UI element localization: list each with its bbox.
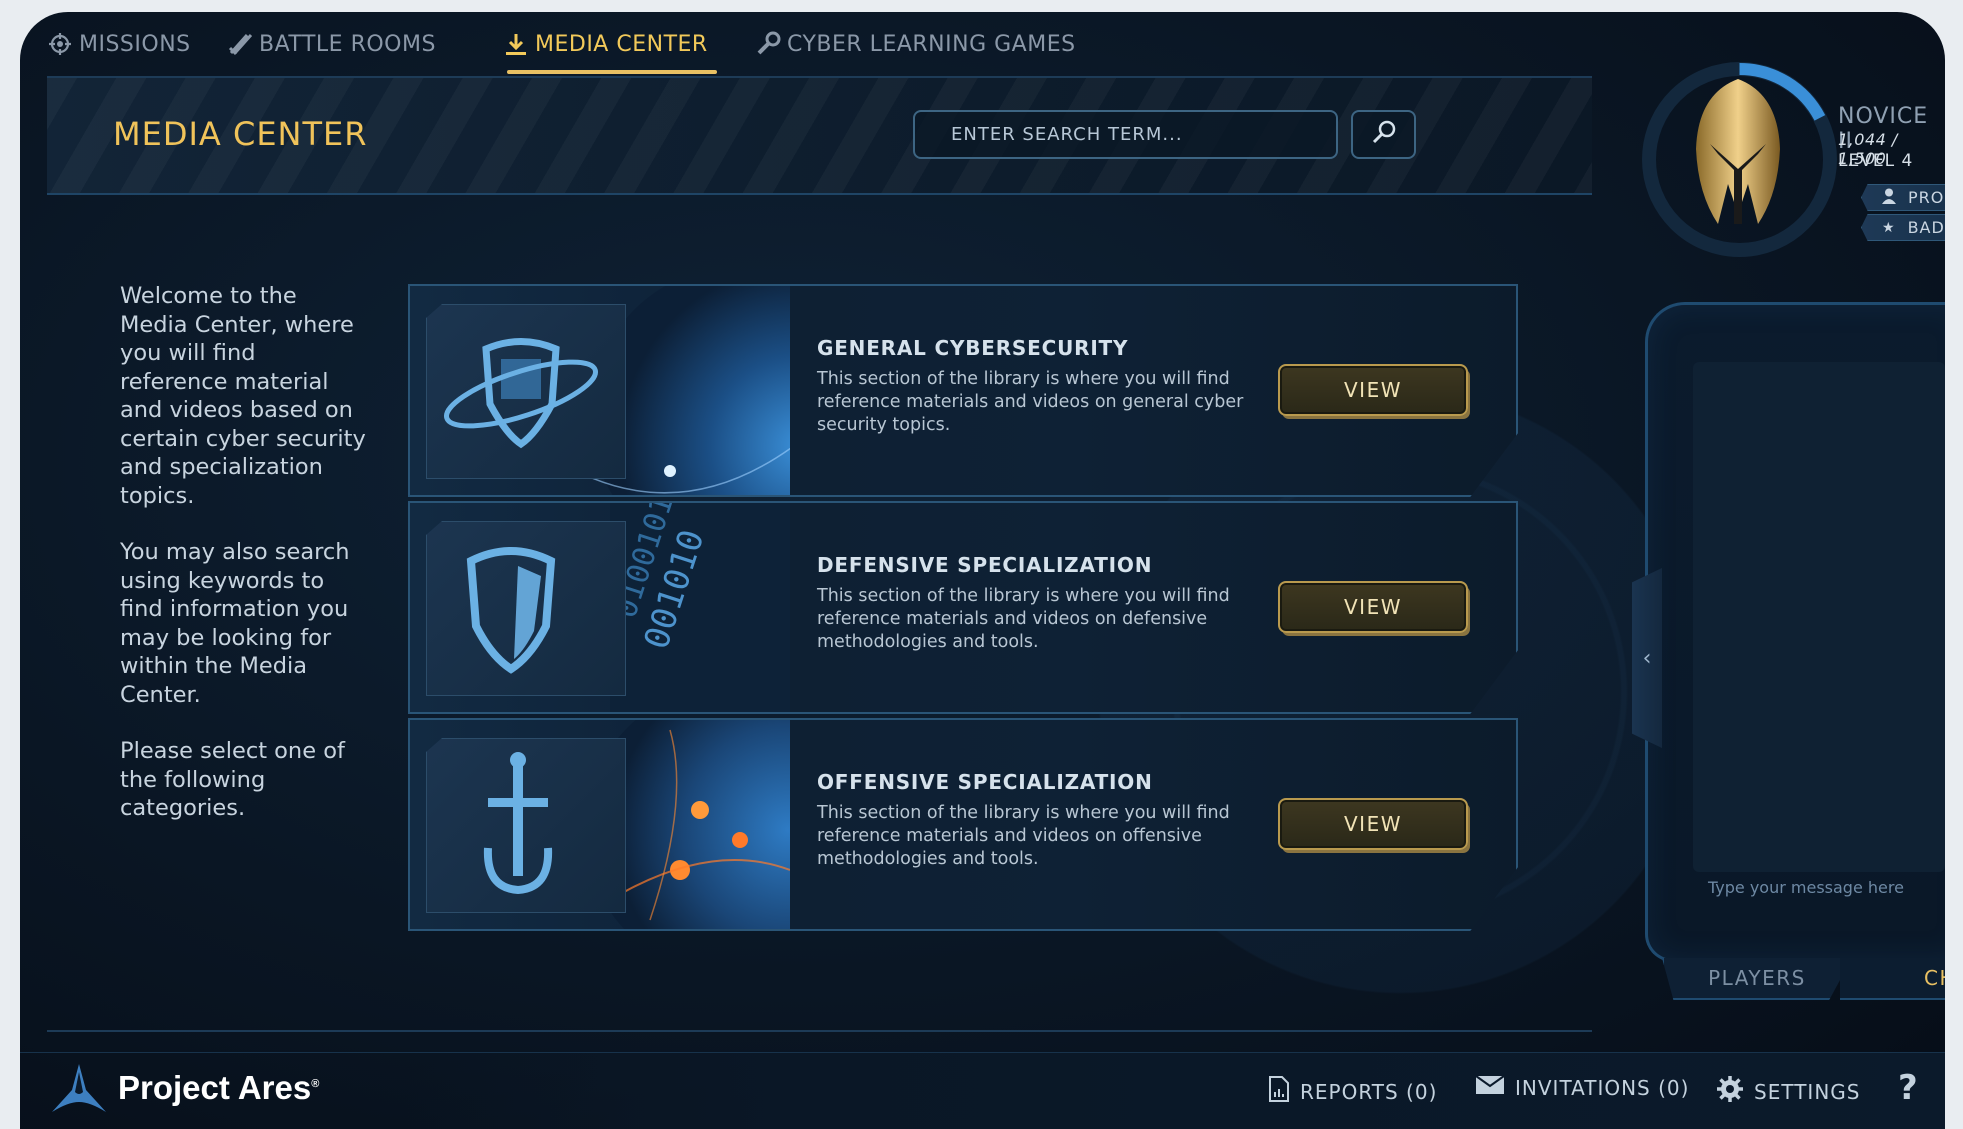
view-button[interactable]: VIEW (1278, 364, 1468, 416)
view-button[interactable]: VIEW (1278, 581, 1468, 633)
badges-link-label: BADGES (1907, 218, 1945, 237)
category-title: DEFENSIVE SPECIALIZATION (817, 553, 1153, 577)
nav-battle-rooms[interactable]: BATTLE ROOMS (227, 24, 436, 64)
active-tab-indicator (507, 70, 717, 74)
category-thumbnail: 0100101010 001010 (410, 503, 790, 712)
download-icon (503, 31, 529, 57)
chat-message-input[interactable]: Type your message here (1708, 878, 1938, 897)
category-card-offensive: OFFENSIVE SPECIALIZATION This section of… (408, 718, 1518, 931)
intro-paragraph: You may also search using keywords to fi… (120, 539, 350, 708)
search-icon (1369, 118, 1399, 152)
reports-link[interactable]: REPORTS (0) (1268, 1075, 1437, 1108)
category-card-defensive: 0100101010 001010 DEFENSIVE SPECIALIZATI… (408, 501, 1518, 714)
help-button[interactable]: ? (1898, 1068, 1919, 1108)
nav-missions-label: MISSIONS (79, 31, 191, 57)
settings-label: SETTINGS (1754, 1079, 1861, 1104)
nav-missions[interactable]: MISSIONS (47, 24, 191, 64)
badges-link[interactable]: ★ BADGES (1861, 214, 1945, 241)
ares-logo-icon (52, 1064, 106, 1112)
chat-messages (1693, 362, 1945, 872)
view-button[interactable]: VIEW (1278, 798, 1468, 850)
striped-shield-icon (466, 547, 556, 674)
category-title: OFFENSIVE SPECIALIZATION (817, 770, 1153, 794)
reports-label: REPORTS (0) (1300, 1079, 1438, 1104)
tab-chat[interactable]: CHAT (1840, 958, 1945, 1000)
top-nav: MISSIONS BATTLE ROOMS MEDIA CENTER CYBER… (20, 12, 1590, 74)
category-thumbnail (410, 720, 790, 929)
gear-icon (1716, 1075, 1744, 1108)
profile-link[interactable]: PROFILE (1861, 184, 1945, 211)
gamepad-icon (755, 31, 781, 57)
search-button[interactable] (1351, 110, 1416, 159)
category-thumbnail (410, 286, 790, 495)
star-icon: ★ (1882, 219, 1896, 236)
level-label: LEVEL 4 (1838, 151, 1914, 171)
chevron-left-icon: ‹ (1642, 645, 1652, 671)
category-description: This section of the library is where you… (817, 803, 1230, 869)
intro-paragraph: Welcome to the Media Center, where you w… (120, 283, 366, 509)
intro-text: Welcome to the Media Center, where you w… (120, 282, 370, 851)
user-icon (1882, 188, 1896, 208)
page-title: MEDIA CENTER (113, 115, 368, 153)
document-icon (1268, 1075, 1290, 1108)
category-title: GENERAL CYBERSECURITY (817, 336, 1129, 360)
settings-link[interactable]: SETTINGS (1716, 1075, 1860, 1108)
tab-players[interactable]: PLAYERS (1662, 958, 1852, 1000)
intro-paragraph: Please select one of the following categ… (120, 738, 345, 821)
footer-divider (47, 1030, 1592, 1032)
question-icon: ? (1898, 1068, 1919, 1108)
crosshair-icon (47, 31, 73, 57)
helmet-avatar-icon[interactable] (1688, 74, 1788, 244)
invitations-label: INVITATIONS (0) (1515, 1075, 1690, 1100)
brand-name: Project Ares® (118, 1069, 320, 1106)
search-input[interactable]: ENTER SEARCH TERM... (913, 110, 1338, 159)
chat-collapse-button[interactable]: ‹ (1632, 568, 1662, 748)
app-window: MISSIONS BATTLE ROOMS MEDIA CENTER CYBER… (20, 12, 1945, 1129)
nav-battle-rooms-label: BATTLE ROOMS (259, 31, 436, 57)
envelope-icon (1475, 1075, 1505, 1100)
category-card-general: GENERAL CYBERSECURITY This section of th… (408, 284, 1518, 497)
sword-icon (483, 752, 553, 895)
invitations-link[interactable]: INVITATIONS (0) (1475, 1075, 1689, 1100)
profile-link-label: PROFILE (1908, 188, 1945, 207)
nav-media-center[interactable]: MEDIA CENTER (503, 24, 708, 64)
brand-logo: Project Ares® (50, 1062, 319, 1114)
category-description: This section of the library is where you… (817, 586, 1230, 652)
category-description: This section of the library is where you… (817, 369, 1244, 435)
nav-cyber-learning-games[interactable]: CYBER LEARNING GAMES (755, 24, 1076, 64)
nav-media-center-label: MEDIA CENTER (535, 31, 708, 57)
shield-globe-icon (444, 338, 598, 449)
swords-icon (227, 31, 253, 57)
nav-cyber-learning-games-label: CYBER LEARNING GAMES (787, 31, 1076, 57)
